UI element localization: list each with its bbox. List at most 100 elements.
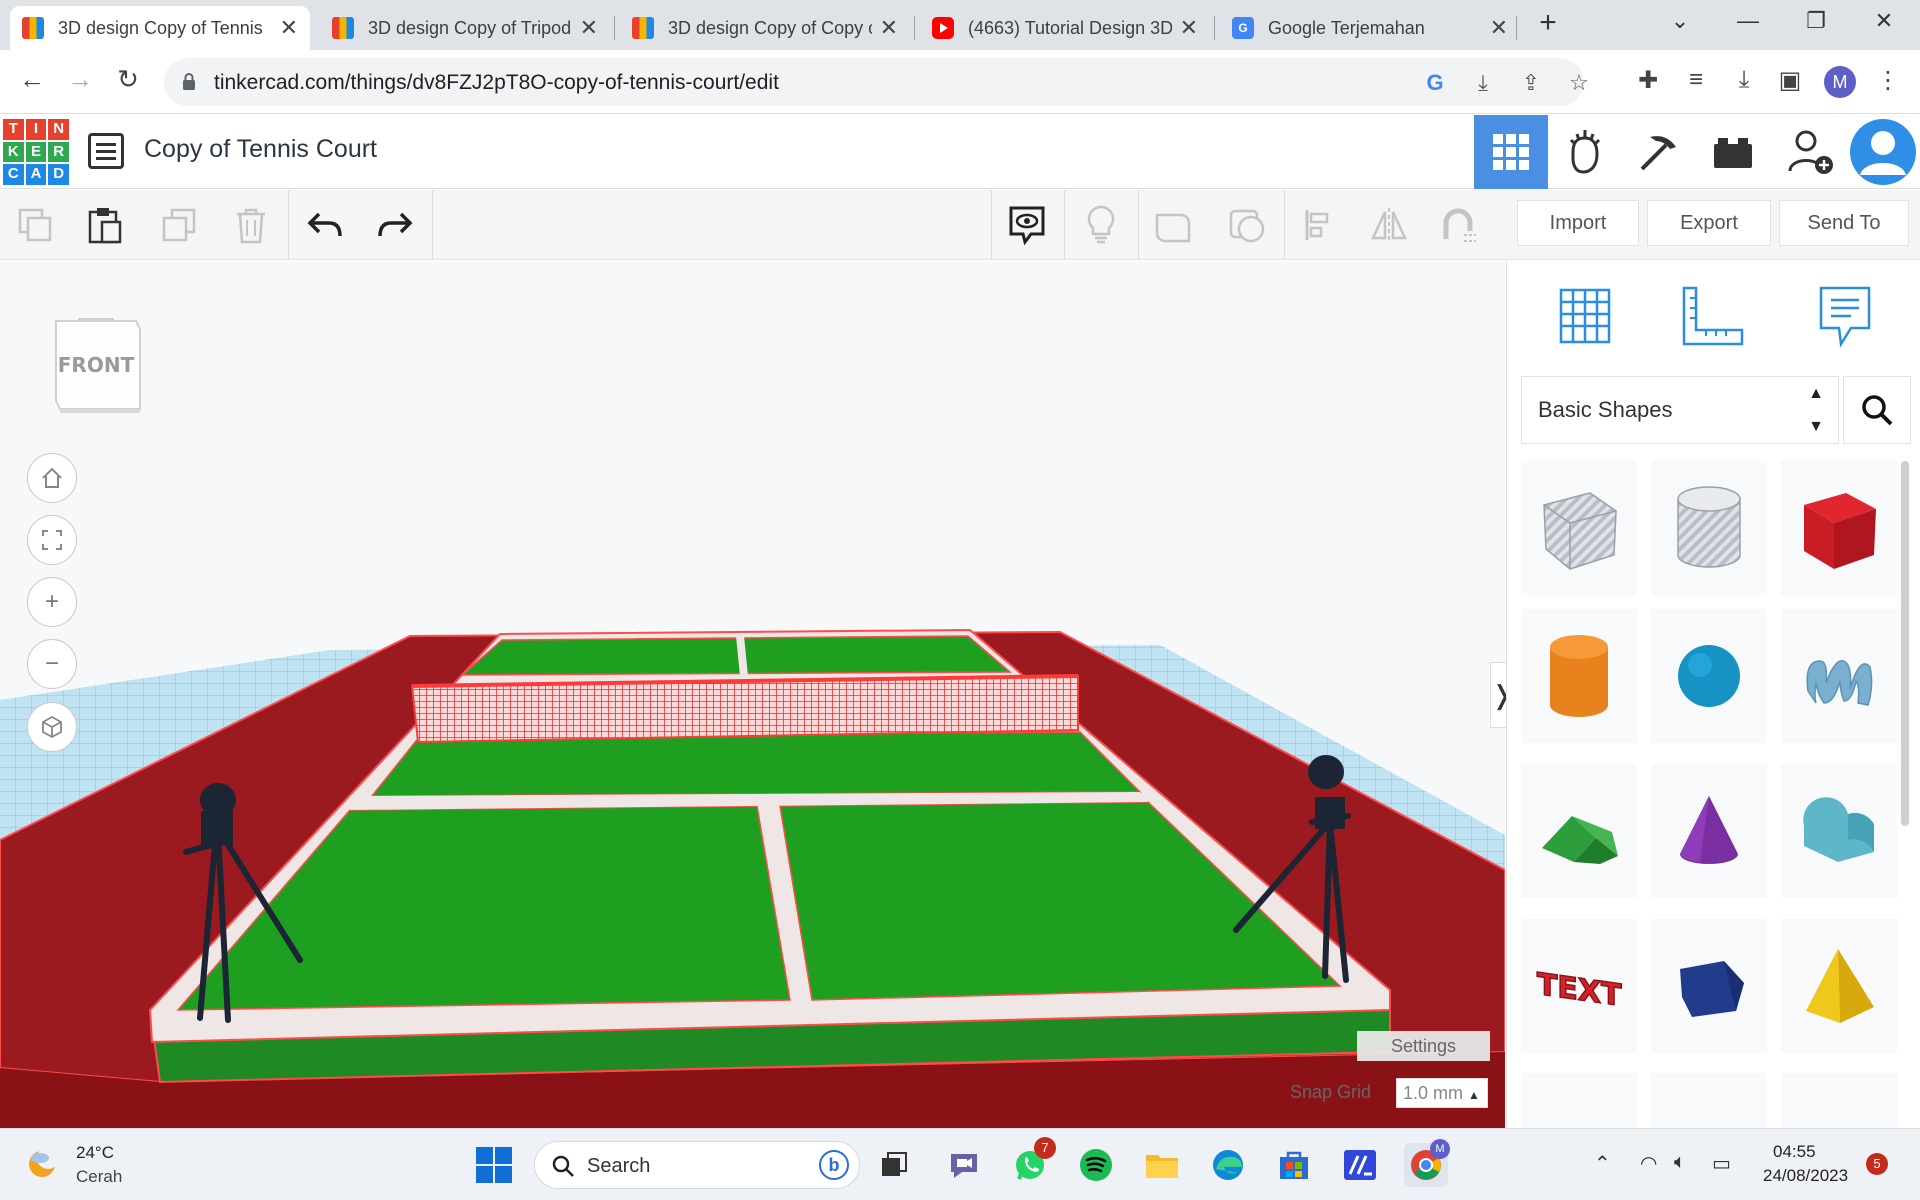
- browser-tab[interactable]: 3D design Copy of Tripod ✕: [320, 6, 610, 50]
- send-to-button[interactable]: Send To: [1779, 200, 1909, 246]
- reload-icon[interactable]: ↻: [110, 64, 146, 95]
- undo-button[interactable]: [302, 202, 348, 248]
- show-hidden-icons-chevron-icon[interactable]: ⌃: [1594, 1151, 1611, 1176]
- bing-icon[interactable]: b: [819, 1150, 849, 1180]
- chrome-button[interactable]: M: [1404, 1139, 1450, 1187]
- workplane-scene[interactable]: [0, 261, 1505, 1128]
- paste-button[interactable]: [82, 202, 128, 248]
- cruise-button[interactable]: [1436, 202, 1482, 248]
- shape-roof[interactable]: [1521, 764, 1637, 898]
- home-view-button[interactable]: [27, 453, 77, 503]
- edge-button[interactable]: [1206, 1143, 1250, 1187]
- shape-text[interactable]: TEXT: [1521, 919, 1637, 1053]
- group-button[interactable]: [1150, 202, 1196, 248]
- battery-icon[interactable]: ▭: [1712, 1151, 1731, 1176]
- close-tab-icon[interactable]: ✕: [1180, 15, 1198, 41]
- teams-chat-button[interactable]: [942, 1143, 986, 1187]
- user-profile-button[interactable]: [1846, 115, 1920, 189]
- downloads-icon[interactable]: ⤓: [1728, 66, 1760, 94]
- browser-tab[interactable]: 3D design Copy of Tennis ✕: [10, 6, 310, 50]
- 3d-view-button[interactable]: [1474, 115, 1548, 189]
- zoom-out-button[interactable]: −: [27, 639, 77, 689]
- duplicate-button[interactable]: [156, 202, 202, 248]
- browser-tab[interactable]: (4663) Tutorial Design 3D ✕: [920, 6, 1210, 50]
- shape-box-hole[interactable]: [1521, 461, 1637, 595]
- share-icon[interactable]: ⇪: [1516, 70, 1546, 96]
- address-bar[interactable]: tinkercad.com/things/dv8FZJ2pT8O-copy-of…: [164, 58, 1589, 106]
- perspective-button[interactable]: [27, 702, 77, 752]
- import-button[interactable]: Import: [1517, 200, 1639, 246]
- whatsapp-button[interactable]: 7: [1008, 1137, 1056, 1187]
- shape-round-roof[interactable]: [1781, 764, 1897, 898]
- forward-arrow-icon[interactable]: →: [62, 64, 98, 95]
- tab-search-chevron-icon[interactable]: ⌄: [1660, 8, 1700, 34]
- bookmark-star-icon[interactable]: ☆: [1564, 70, 1594, 96]
- shape-partial[interactable]: [1781, 1073, 1897, 1128]
- court-far-half[interactable]: [459, 635, 1013, 676]
- minimize-icon[interactable]: —: [1728, 8, 1768, 34]
- shape-partial[interactable]: [1651, 1073, 1767, 1128]
- browser-menu-icon[interactable]: ⋮: [1872, 66, 1904, 95]
- shape-scribble[interactable]: [1781, 609, 1897, 743]
- shape-cylinder-hole[interactable]: [1651, 461, 1767, 595]
- task-view-button[interactable]: [872, 1143, 916, 1187]
- workplane-tool-button[interactable]: [1549, 281, 1621, 351]
- shape-partial[interactable]: [1521, 1073, 1637, 1128]
- designs-list-icon[interactable]: [88, 133, 124, 169]
- windows-start-icon[interactable]: [476, 1147, 512, 1183]
- extensions-icon[interactable]: ✚: [1632, 66, 1664, 95]
- close-tab-icon[interactable]: ✕: [880, 15, 898, 41]
- sim-lab-button[interactable]: [1696, 115, 1770, 189]
- clock-date[interactable]: 24/08/2023: [1763, 1166, 1848, 1186]
- google-lens-icon[interactable]: G: [1420, 70, 1450, 96]
- align-button[interactable]: [1296, 202, 1342, 248]
- new-tab-button[interactable]: +: [1528, 6, 1568, 40]
- invite-people-button[interactable]: [1774, 115, 1848, 189]
- profile-avatar[interactable]: M: [1824, 66, 1856, 98]
- close-window-icon[interactable]: ✕: [1864, 8, 1904, 34]
- light-bulb-button[interactable]: [1078, 202, 1124, 248]
- close-tab-icon[interactable]: ✕: [1490, 15, 1508, 41]
- view-cube[interactable]: FRONT: [48, 311, 144, 416]
- media-control-icon[interactable]: ≡: [1680, 66, 1712, 94]
- design-title[interactable]: Copy of Tennis Court: [144, 135, 377, 164]
- shape-pyramid[interactable]: [1781, 919, 1897, 1053]
- wifi-icon[interactable]: ◠: [1640, 1151, 1657, 1176]
- browser-tab[interactable]: 3D design Copy of Copy o ✕: [620, 6, 910, 50]
- delete-button[interactable]: [228, 202, 274, 248]
- search-shapes-button[interactable]: [1843, 376, 1911, 444]
- shape-library-select[interactable]: Basic Shapes ▲ ▼: [1521, 376, 1839, 444]
- microsoft-store-button[interactable]: [1272, 1143, 1316, 1187]
- shape-sphere[interactable]: [1651, 609, 1767, 743]
- taskbar-search-box[interactable]: Search b: [534, 1141, 860, 1189]
- 3d-workplane-viewport[interactable]: FRONT + −: [0, 261, 1505, 1128]
- blocks-button[interactable]: [1548, 115, 1622, 189]
- notification-badge[interactable]: 5: [1866, 1153, 1888, 1175]
- ruler-tool-button[interactable]: [1677, 281, 1749, 351]
- copy-button[interactable]: [12, 202, 58, 248]
- browser-tab[interactable]: G Google Terjemahan ✕: [1220, 6, 1520, 50]
- close-tab-icon[interactable]: ✕: [580, 15, 598, 41]
- spotify-button[interactable]: [1074, 1143, 1118, 1187]
- back-arrow-icon[interactable]: ←: [14, 64, 50, 95]
- shape-cone[interactable]: [1651, 764, 1767, 898]
- settings-button[interactable]: Settings: [1357, 1031, 1490, 1061]
- file-explorer-button[interactable]: [1140, 1143, 1184, 1187]
- fit-view-button[interactable]: [27, 515, 77, 565]
- close-tab-icon[interactable]: ✕: [280, 15, 298, 41]
- export-button[interactable]: Export: [1647, 200, 1771, 246]
- visual-studio-button[interactable]: [1338, 1143, 1382, 1187]
- volume-icon[interactable]: 🔈︎: [1674, 1151, 1686, 1174]
- snap-grid-select[interactable]: 1.0 mm ▲: [1396, 1078, 1488, 1108]
- redo-button[interactable]: [372, 202, 418, 248]
- restore-icon[interactable]: ❐: [1796, 8, 1836, 34]
- clock-time[interactable]: 04:55: [1773, 1142, 1816, 1162]
- install-app-icon[interactable]: ⤓: [1468, 70, 1498, 96]
- panel-scrollbar[interactable]: [1901, 461, 1909, 826]
- mirror-button[interactable]: [1366, 202, 1412, 248]
- notes-button[interactable]: [1004, 202, 1050, 248]
- zoom-in-button[interactable]: +: [27, 577, 77, 627]
- ungroup-button[interactable]: [1224, 202, 1270, 248]
- notes-tool-button[interactable]: [1809, 281, 1881, 351]
- bricks-button[interactable]: [1622, 115, 1696, 189]
